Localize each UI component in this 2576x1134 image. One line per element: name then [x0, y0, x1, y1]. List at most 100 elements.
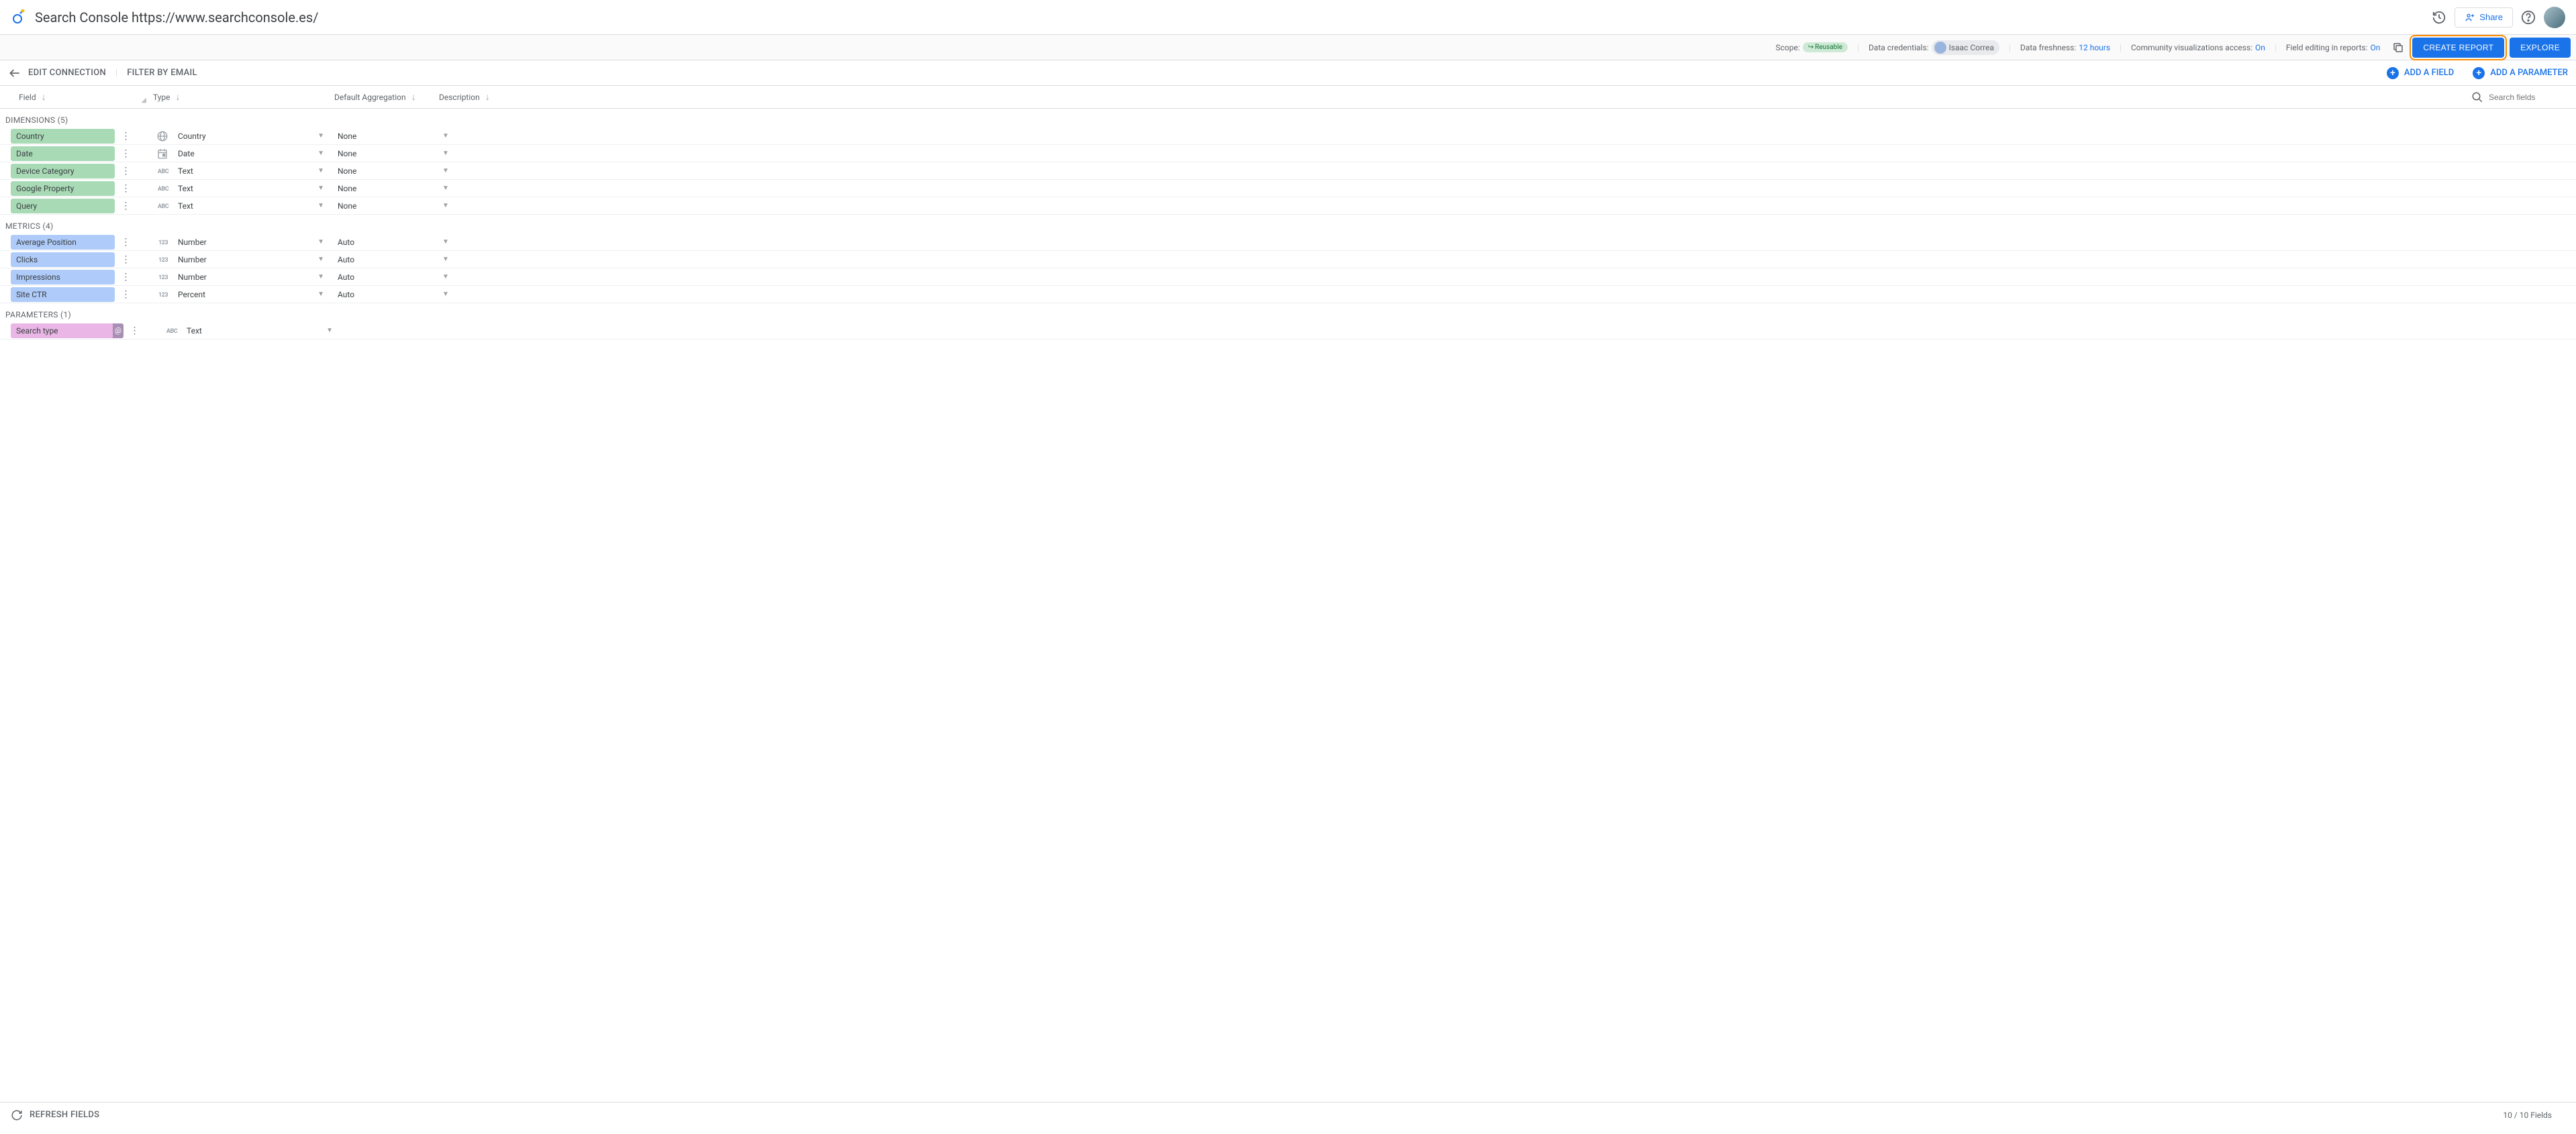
type-label: Country	[178, 132, 309, 141]
type-cell[interactable]: 123 Number ▼	[156, 238, 338, 247]
field-chip[interactable]: Impressions	[11, 270, 115, 285]
copy-icon[interactable]	[2392, 42, 2404, 54]
page-title: Search Console https://www.searchconsole…	[35, 9, 2432, 25]
freshness-info[interactable]: Data freshness: 12 hours	[2016, 43, 2114, 52]
type-cell[interactable]: ABC Text ▼	[156, 184, 338, 193]
type-cell[interactable]: ABC Text ▼	[156, 166, 338, 176]
field-row: Clicks ⋮ 123 Number ▼ Auto ▼	[0, 251, 2576, 268]
search-icon[interactable]	[2471, 91, 2483, 103]
scope-badge[interactable]: ↪ Reusable	[1803, 42, 1848, 52]
field-row: Date ⋮ Date ▼ None ▼	[0, 145, 2576, 162]
type-icon: 123	[156, 290, 170, 299]
more-options-icon[interactable]: ⋮	[119, 237, 132, 248]
edit-connection-link[interactable]: EDIT CONNECTION	[28, 68, 106, 78]
type-icon: ABC	[165, 326, 179, 335]
field-editing-info[interactable]: Field editing in reports: On	[2282, 43, 2385, 52]
type-cell[interactable]: 123 Number ▼	[156, 272, 338, 282]
aggregation-cell[interactable]: None	[338, 201, 442, 211]
more-options-icon[interactable]: ⋮	[128, 325, 141, 336]
chevron-down-icon: ▼	[442, 291, 449, 298]
more-options-icon[interactable]: ⋮	[119, 166, 132, 176]
field-chip[interactable]: Date	[11, 146, 115, 161]
aggregation-cell[interactable]: None	[338, 166, 442, 176]
field-chip[interactable]: Site CTR	[11, 287, 115, 302]
plus-icon: +	[2387, 67, 2399, 79]
more-options-icon[interactable]: ⋮	[119, 148, 132, 159]
type-label: Text	[178, 166, 309, 176]
type-label: Percent	[178, 290, 309, 299]
chevron-down-icon: ▼	[442, 185, 449, 192]
history-icon[interactable]	[2432, 10, 2446, 25]
column-header-row: Field ↓ ◢ Type ↓ Default Aggregation ↓ D…	[0, 86, 2576, 109]
aggregation-cell[interactable]: None	[338, 149, 442, 158]
field-row: Site CTR ⋮ 123 Percent ▼ Auto ▼	[0, 286, 2576, 303]
filter-by-email-link[interactable]: FILTER BY EMAIL	[127, 68, 197, 78]
type-cell[interactable]: 123 Percent ▼	[156, 290, 338, 299]
field-row: Country ⋮ Country ▼ None ▼	[0, 127, 2576, 145]
add-parameter-button[interactable]: + ADD A PARAMETER	[2473, 67, 2568, 79]
user-avatar[interactable]	[2544, 7, 2565, 28]
type-cell[interactable]: ABC Text ▼	[165, 326, 346, 336]
field-chip[interactable]: Country	[11, 129, 115, 144]
chevron-down-icon: ▼	[442, 167, 449, 174]
more-options-icon[interactable]: ⋮	[119, 289, 132, 300]
resize-handle-icon[interactable]: ◢	[141, 97, 146, 104]
plus-icon: +	[2473, 67, 2485, 79]
type-label: Date	[178, 149, 309, 158]
chevron-down-icon: ▼	[317, 150, 324, 157]
more-options-icon[interactable]: ⋮	[119, 254, 132, 265]
help-icon[interactable]	[2521, 10, 2536, 25]
aggregation-cell[interactable]: Auto	[338, 290, 442, 299]
field-chip[interactable]: Google Property	[11, 181, 115, 196]
credentials-avatar-icon	[1934, 42, 1946, 54]
col-header-field[interactable]: Field ↓ ◢	[19, 91, 153, 103]
type-cell[interactable]: Date ▼	[156, 148, 338, 160]
chevron-down-icon: ▼	[326, 327, 333, 334]
col-header-description[interactable]: Description ↓	[439, 91, 2471, 103]
aggregation-cell[interactable]: None	[338, 184, 442, 193]
add-field-button[interactable]: + ADD A FIELD	[2387, 67, 2454, 79]
back-arrow-icon[interactable]	[8, 66, 21, 80]
search-fields-input[interactable]	[2489, 93, 2563, 102]
sort-arrow-icon: ↓	[411, 91, 416, 103]
aggregation-cell[interactable]: Auto	[338, 272, 442, 282]
col-header-aggregation[interactable]: Default Aggregation ↓	[334, 91, 439, 103]
more-options-icon[interactable]: ⋮	[119, 272, 132, 282]
aggregation-cell[interactable]: None	[338, 132, 442, 141]
field-chip[interactable]: Clicks	[11, 252, 115, 267]
chevron-down-icon: ▼	[317, 132, 324, 140]
chevron-down-icon: ▼	[317, 185, 324, 192]
community-viz-info[interactable]: Community visualizations access: On	[2127, 43, 2269, 52]
field-row: Device Category ⋮ ABC Text ▼ None ▼	[0, 162, 2576, 180]
type-cell[interactable]: Country ▼	[156, 130, 338, 142]
field-row: Query ⋮ ABC Text ▼ None ▼	[0, 197, 2576, 215]
metrics-group-header: METRICS (4)	[0, 215, 2576, 234]
search-console-logo-icon	[11, 9, 27, 25]
refresh-fields-button[interactable]: REFRESH FIELDS	[30, 1110, 99, 1120]
create-report-button[interactable]: CREATE REPORT	[2412, 38, 2504, 58]
share-label: Share	[2479, 12, 2503, 22]
more-options-icon[interactable]: ⋮	[119, 131, 132, 142]
field-chip[interactable]: Query	[11, 199, 115, 213]
type-cell[interactable]: 123 Number ▼	[156, 255, 338, 264]
type-icon	[156, 148, 170, 160]
share-button[interactable]: Share	[2455, 7, 2513, 28]
credentials-chip[interactable]: Isaac Correa	[1932, 40, 1999, 55]
field-chip[interactable]: Average Position	[11, 235, 115, 250]
sort-arrow-icon: ↓	[42, 91, 46, 103]
footer-bar: REFRESH FIELDS 10 / 10 Fields	[0, 1102, 2576, 1127]
field-chip[interactable]: Search type	[11, 323, 115, 338]
more-options-icon[interactable]: ⋮	[119, 183, 132, 194]
more-options-icon[interactable]: ⋮	[119, 201, 132, 211]
explore-button[interactable]: EXPLORE	[2510, 38, 2571, 58]
type-cell[interactable]: ABC Text ▼	[156, 201, 338, 211]
field-chip[interactable]: Device Category	[11, 164, 115, 178]
chevron-down-icon: ▼	[317, 256, 324, 263]
col-header-type[interactable]: Type ↓	[153, 91, 334, 103]
scope-info: Scope: ↪ Reusable	[1771, 42, 1852, 52]
type-label: Number	[178, 255, 309, 264]
aggregation-cell[interactable]: Auto	[338, 255, 442, 264]
refresh-icon[interactable]	[11, 1109, 23, 1121]
aggregation-cell[interactable]: Auto	[338, 238, 442, 247]
field-row: Impressions ⋮ 123 Number ▼ Auto ▼	[0, 268, 2576, 286]
